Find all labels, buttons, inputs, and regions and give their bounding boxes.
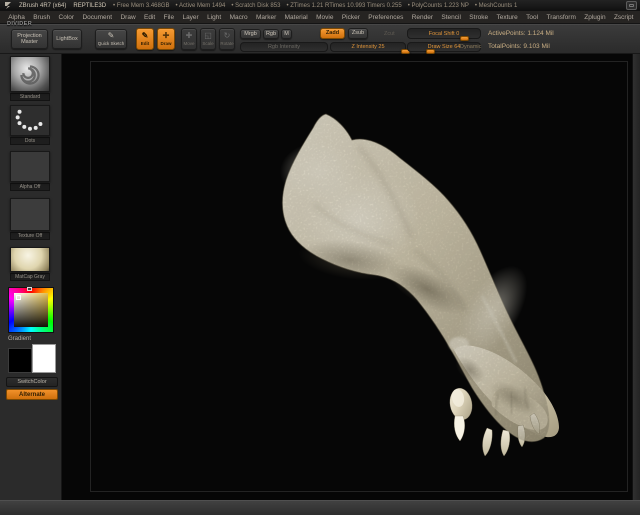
hue-cursor <box>27 287 32 291</box>
menu-item[interactable]: Marker <box>252 14 281 21</box>
bottom-bar <box>0 500 640 515</box>
alternate-button[interactable]: Alternate <box>6 389 58 400</box>
edit-icon: ✎ <box>141 30 149 40</box>
alpha-name-label: Alpha Off <box>10 183 50 191</box>
texture-selector[interactable] <box>10 198 50 231</box>
menu-item[interactable]: Picker <box>338 14 364 21</box>
projection-master-button[interactable]: Projection Master <box>11 29 48 49</box>
focal-shift-thumb[interactable] <box>460 36 469 41</box>
color-cursor <box>16 295 21 300</box>
texture-name-label: Texture Off <box>10 232 50 240</box>
gradient-label: Gradient <box>8 336 32 342</box>
memory-stats: • Free Mem 3.468GB • Active Mem 1494 • Scr… <box>113 3 517 9</box>
menu-item[interactable]: Layer <box>178 14 203 21</box>
menu-item[interactable]: Edit <box>140 14 160 21</box>
menu-item[interactable]: Stencil <box>437 14 465 21</box>
draw-icon: ✛ <box>162 30 170 40</box>
menu-bar: Alpha Brush Color Document Draw Edit File Layer… <box>0 11 640 24</box>
menu-item[interactable]: File <box>159 14 178 21</box>
menu-item[interactable]: Zplugin <box>580 14 610 21</box>
menu-item[interactable]: Transform <box>542 14 580 21</box>
menu-item[interactable]: Stroke <box>465 14 492 21</box>
menu-item[interactable]: Light <box>203 14 225 21</box>
active-points-readout: ActivePoints: 1.124 Mil <box>488 30 554 37</box>
material-selector[interactable] <box>10 247 50 272</box>
zsub-button[interactable]: Zsub <box>348 28 368 39</box>
menu-item[interactable]: Document <box>78 14 116 21</box>
focal-shift-slider[interactable]: Focal Shift 0 <box>407 28 481 41</box>
top-shelf-toolbar: Projection Master LightBox ✎ Quick Sketc… <box>0 24 640 54</box>
switch-color-button[interactable]: SwitchColor <box>6 377 58 387</box>
document-title: REPTILE3D <box>73 2 107 9</box>
rotate-mode-button[interactable]: ↻ Rotate <box>219 28 235 50</box>
sculpt-model <box>280 113 559 457</box>
menu-item[interactable]: Texture <box>492 14 522 21</box>
draw-mode-button[interactable]: ✛ Draw <box>157 28 175 50</box>
z-intensity-slider[interactable]: Z Intensity 25 <box>330 42 410 54</box>
move-mode-button[interactable]: ✚ Move <box>181 28 197 50</box>
brush-spiral-icon <box>20 65 40 85</box>
stat-item: • Active Mem 1494 <box>175 2 226 9</box>
menu-item[interactable]: Tool <box>522 14 542 21</box>
lightbox-button[interactable]: LightBox <box>52 29 82 49</box>
menu-item[interactable]: Preferences <box>364 14 407 21</box>
stat-item: • MeshCounts 1 <box>474 2 518 9</box>
menu-item[interactable]: Brush <box>29 14 54 21</box>
app-title: ZBrush 4R7 (x64) <box>19 2 67 9</box>
alpha-selector[interactable] <box>10 151 50 182</box>
menu-item[interactable]: Material <box>280 14 312 21</box>
brush-selector[interactable] <box>10 56 50 92</box>
rotate-icon: ↻ <box>223 30 231 40</box>
custom-menu-label: DIVIDER <box>7 21 33 27</box>
edit-mode-button[interactable]: ✎ Edit <box>136 28 154 50</box>
stat-item: • Scratch Disk 853 <box>231 2 281 9</box>
secondary-color-swatch[interactable] <box>32 344 56 373</box>
stroke-selector[interactable] <box>10 105 50 136</box>
scale-icon: ◱ <box>204 30 212 40</box>
dots-stroke-icon <box>15 109 43 131</box>
m-button[interactable]: M <box>281 29 292 39</box>
menu-item[interactable]: Movie <box>312 14 338 21</box>
menu-item[interactable]: Color <box>54 14 78 21</box>
quick-sketch-icon: ✎ <box>107 30 115 40</box>
menu-item[interactable]: Macro <box>225 14 251 21</box>
dynamic-toggle[interactable]: Dynamic <box>460 44 481 50</box>
brush-name-label: Standard <box>10 93 50 101</box>
material-name-label: MatCap Gray <box>10 273 50 281</box>
color-swatches <box>8 344 56 373</box>
color-picker[interactable] <box>8 287 54 333</box>
menu-item[interactable]: Zscript <box>610 14 638 21</box>
stat-item: • ZTimes 1.21 RTimes 10.993 Timers 0.255 <box>286 2 402 9</box>
document-canvas[interactable] <box>62 54 632 500</box>
right-tray-divider[interactable] <box>632 54 640 500</box>
main-color-swatch[interactable] <box>8 348 33 373</box>
stat-item: • PolyCounts 1.223 NP <box>407 2 469 9</box>
zadd-button[interactable]: Zadd <box>320 28 345 39</box>
total-points-readout: TotalPoints: 9.103 Mil <box>488 43 550 50</box>
stat-item: • Free Mem 3.468GB <box>113 2 170 9</box>
stroke-name-label: Dots <box>10 137 50 145</box>
menu-item[interactable]: Alpha <box>4 14 29 21</box>
zcut-button[interactable]: Zcut <box>384 31 395 37</box>
menu-item[interactable]: Render <box>408 14 438 21</box>
quick-sketch-button[interactable]: ✎ Quick Sketch <box>95 29 127 49</box>
menu-item[interactable]: Draw <box>116 14 140 21</box>
mrgb-button[interactable]: Mrgb <box>240 29 261 39</box>
zbrush-logo-icon <box>5 2 11 9</box>
rgb-button[interactable]: Rgb <box>263 29 279 39</box>
titlebar-corner-icon[interactable] <box>626 1 637 10</box>
left-tray: Standard Dots Alpha Off Texture Off MatC… <box>0 54 62 500</box>
move-icon: ✚ <box>185 30 193 40</box>
rgb-intensity-slider[interactable]: Rgb Intensity <box>240 42 328 52</box>
title-bar: ZBrush 4R7 (x64) REPTILE3D • Free Mem 3.… <box>0 0 640 11</box>
scale-mode-button[interactable]: ◱ Scale <box>200 28 216 50</box>
